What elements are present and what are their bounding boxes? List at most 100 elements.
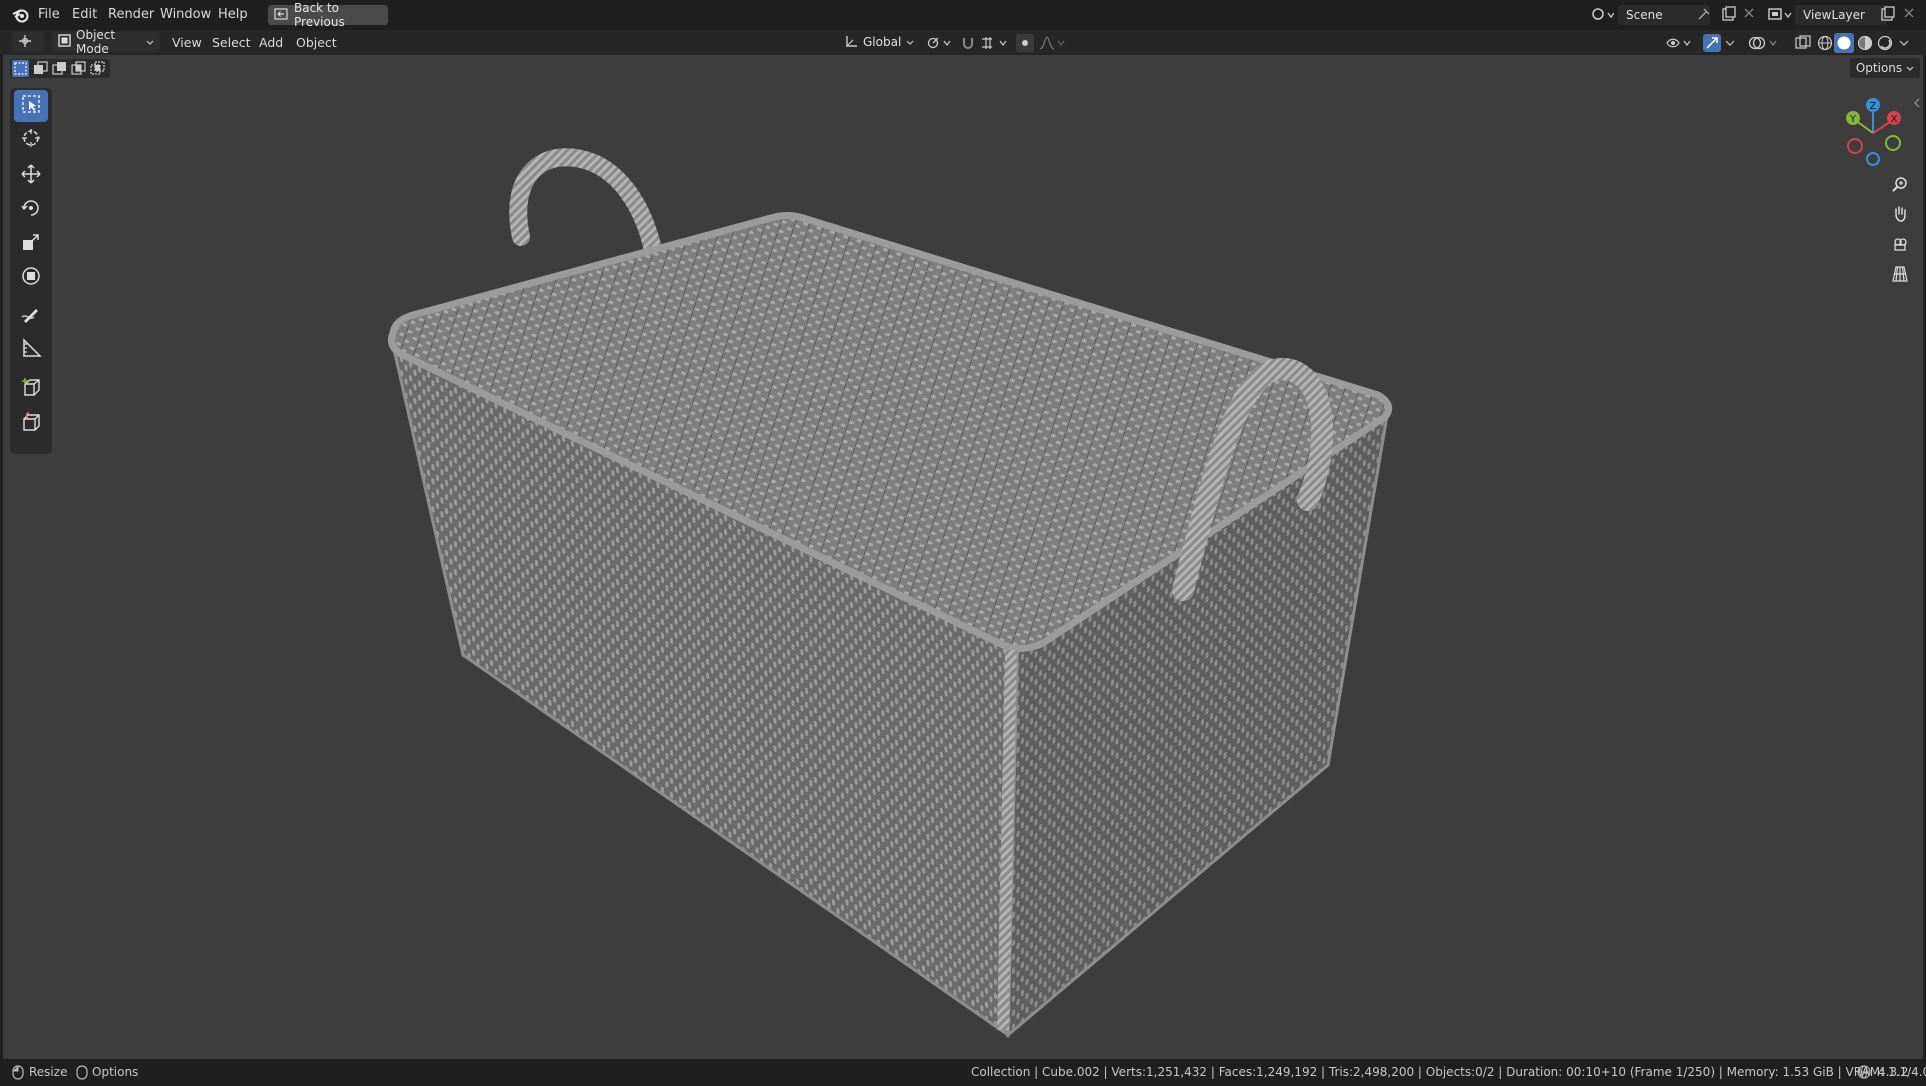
select-subtract-icon[interactable]: [51, 60, 68, 81]
orientation-label: Global: [863, 35, 902, 49]
zoom-icon: [1891, 175, 1909, 197]
menu-add[interactable]: Add: [259, 35, 283, 50]
tool-scale[interactable]: [14, 228, 48, 260]
snap-toggle-icon[interactable]: [960, 35, 976, 55]
grid-perspective-icon: [1891, 265, 1909, 287]
scene-name: Scene: [1626, 8, 1663, 22]
scale-icon: [20, 231, 42, 257]
gizmo-neg-z[interactable]: [1866, 152, 1880, 166]
selection-mode-group: [10, 59, 110, 78]
move-icon: [20, 163, 42, 189]
tool-select-box[interactable]: [14, 90, 48, 122]
tool-add-cube[interactable]: [14, 374, 48, 406]
network-globe-icon[interactable]: [1856, 1064, 1872, 1083]
camera-icon: [1891, 235, 1909, 257]
handle-back: [509, 148, 662, 259]
solid-shading-icon[interactable]: [1834, 33, 1854, 53]
perspective-toggle-button[interactable]: [1887, 263, 1913, 289]
select-intersect-icon[interactable]: [89, 60, 106, 81]
menu-edit[interactable]: Edit: [72, 7, 97, 22]
basket-model: [387, 148, 1393, 1039]
tool-extrude[interactable]: [14, 408, 48, 440]
menu-view[interactable]: View: [172, 35, 202, 50]
menu-file[interactable]: File: [38, 7, 60, 22]
snap-target-icon[interactable]: [980, 35, 1010, 55]
annotate-pencil-icon: [20, 303, 42, 329]
back-to-previous-button[interactable]: Back to Previous: [268, 1, 388, 29]
tool-annotate[interactable]: [14, 300, 48, 332]
material-preview-shading-icon[interactable]: [1856, 34, 1874, 56]
gizmo-z-label: Z: [1870, 101, 1877, 112]
pivot-point-icon[interactable]: [926, 35, 952, 55]
mode-dropdown[interactable]: Object Mode: [52, 28, 160, 56]
delete-scene-icon[interactable]: [1743, 7, 1755, 23]
gizmo-dropdown-icon[interactable]: [1724, 35, 1736, 55]
wireframe-shading-icon[interactable]: [1816, 34, 1834, 56]
gizmo-y-label: Y: [1849, 114, 1857, 125]
view-layer-name-field[interactable]: ViewLayer: [1795, 5, 1887, 25]
measure-ruler-icon: [20, 337, 42, 363]
status-bar: Resize Options Collection | Cube.002 | V…: [0, 1059, 1926, 1086]
new-scene-icon[interactable]: [1721, 6, 1737, 26]
editor-type-dropdown[interactable]: [12, 32, 44, 52]
tool-measure[interactable]: [14, 334, 48, 366]
3d-viewport[interactable]: Options Z X Y: [3, 55, 1923, 1059]
overlays-icon[interactable]: [1748, 34, 1780, 56]
menu-select[interactable]: Select: [212, 35, 251, 50]
transform-icon: [20, 265, 42, 291]
tool-shelf: [10, 88, 52, 454]
falloff-curve-icon[interactable]: [1038, 35, 1066, 55]
tool-move[interactable]: [14, 160, 48, 192]
shading-dropdown-icon[interactable]: [1898, 35, 1910, 55]
view-layer-selector-icon[interactable]: [1767, 6, 1793, 28]
delete-view-layer-icon[interactable]: [1903, 7, 1915, 23]
navigation-gizmo[interactable]: Z X Y: [1833, 93, 1913, 173]
viewport-header: Object Mode View Select Add Object Globa…: [0, 28, 1926, 56]
tool-cursor[interactable]: [14, 124, 48, 156]
status-options: Options: [92, 1065, 139, 1079]
proportional-editing-icon[interactable]: [1016, 34, 1034, 52]
mouse-right-icon: [76, 1065, 88, 1083]
hand-icon: [1891, 205, 1909, 227]
select-invert-icon[interactable]: [70, 60, 87, 81]
tool-rotate[interactable]: [14, 194, 48, 226]
menu-help[interactable]: Help: [218, 7, 248, 22]
zoom-view-button[interactable]: [1887, 173, 1913, 199]
blender-logo-icon[interactable]: [12, 7, 30, 27]
scene-selector-icon[interactable]: [1590, 6, 1615, 28]
select-box-icon: [20, 93, 42, 119]
top-menu-bar: File Edit Render Window Help Back to Pre…: [0, 0, 1926, 31]
new-view-layer-icon[interactable]: [1880, 6, 1896, 26]
menu-window[interactable]: Window: [160, 7, 211, 22]
gizmo-x-label: X: [1891, 114, 1898, 125]
show-gizmo-icon[interactable]: [1703, 34, 1721, 52]
cursor-icon: [20, 127, 42, 153]
menu-object[interactable]: Object: [296, 35, 337, 50]
back-label: Back to Previous: [294, 1, 345, 29]
options-dropdown[interactable]: Options: [1850, 58, 1920, 78]
sidebar-toggle-icon[interactable]: [1913, 97, 1921, 112]
xray-toggle-icon[interactable]: [1794, 34, 1812, 56]
rotate-icon: [20, 197, 42, 223]
pan-view-button[interactable]: [1887, 203, 1913, 229]
select-new-icon[interactable]: [12, 60, 29, 77]
gizmo-neg-x[interactable]: [1847, 138, 1863, 154]
status-version: 4.3.2: [1878, 1065, 1909, 1079]
menu-render[interactable]: Render: [108, 7, 154, 22]
rendered-shading-icon[interactable]: [1876, 34, 1894, 56]
object-visibility-icon[interactable]: [1665, 35, 1693, 55]
gizmo-neg-y[interactable]: [1885, 135, 1901, 151]
status-info: Collection | Cube.002 | Verts:1,251,432 …: [971, 1065, 1926, 1079]
camera-view-button[interactable]: [1887, 233, 1913, 259]
3d-viewport-icon: [18, 34, 32, 51]
pin-icon[interactable]: [1697, 7, 1711, 25]
tool-transform[interactable]: [14, 262, 48, 294]
select-extend-icon[interactable]: [32, 60, 49, 81]
mode-label: Object Mode: [76, 28, 116, 56]
extrude-cube-icon: [20, 411, 42, 437]
orientation-axes-icon: [844, 34, 858, 51]
chevron-down-icon: [906, 35, 914, 49]
add-cube-icon: [20, 377, 42, 403]
transform-orientation-dropdown[interactable]: Global: [838, 32, 918, 52]
back-icon: [274, 7, 288, 23]
